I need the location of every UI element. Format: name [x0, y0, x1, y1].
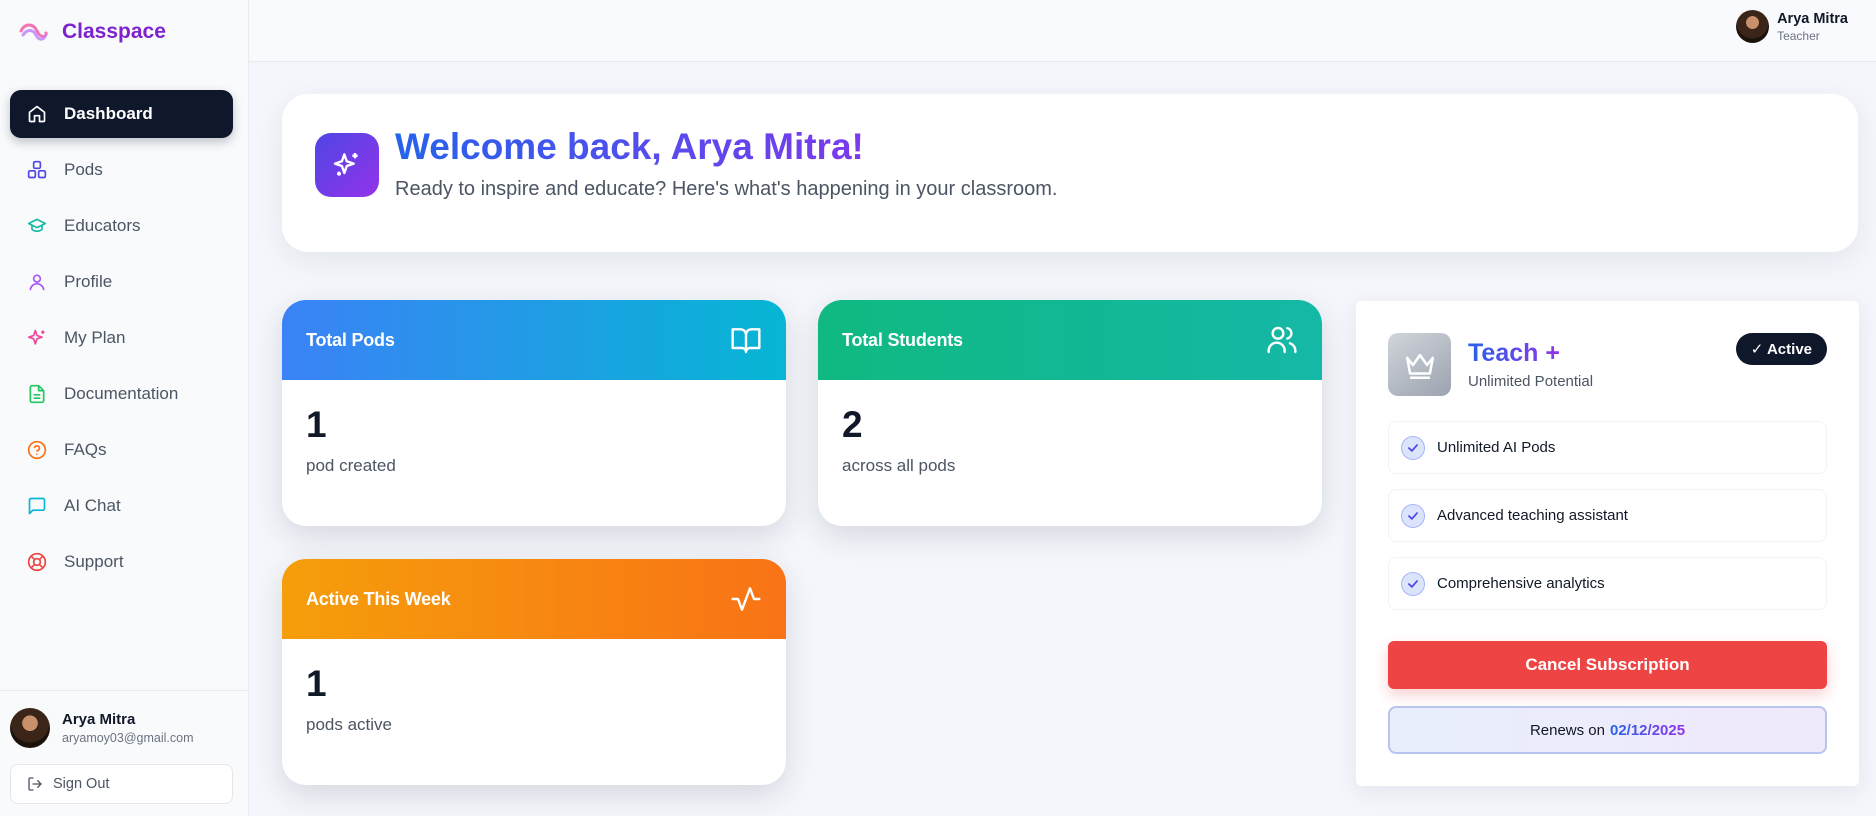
sign-out-label: Sign Out: [53, 776, 110, 792]
plan-name: Teach +: [1468, 339, 1560, 367]
log-out-icon: [28, 777, 42, 791]
plan-feature: Comprehensive analytics: [1388, 557, 1827, 610]
user-menu[interactable]: Arya Mitra Teacher: [1736, 10, 1848, 43]
message-square-icon: [26, 495, 48, 517]
stat-card-active-this-week[interactable]: Active This Week 1 pods active: [282, 559, 786, 785]
sidebar-item-pods[interactable]: Pods: [10, 146, 233, 194]
sign-out-button[interactable]: Sign Out: [10, 764, 233, 804]
welcome-title: Welcome back, Arya Mitra!: [395, 126, 864, 167]
crown-icon: [1388, 333, 1451, 396]
sidebar-item-documentation[interactable]: Documentation: [10, 370, 233, 418]
plan-tagline: Unlimited Potential: [1468, 373, 1594, 390]
sidebar-item-label: Dashboard: [64, 104, 153, 123]
topbar-user-name: Arya Mitra: [1777, 10, 1848, 27]
stat-description: across all pods: [842, 456, 956, 475]
sidebar-item-support[interactable]: Support: [10, 538, 233, 586]
sidebar-item-dashboard[interactable]: Dashboard: [10, 90, 233, 138]
avatar[interactable]: [1736, 10, 1770, 43]
sidebar-item-label: Documentation: [64, 384, 179, 403]
sidebar-nav: Dashboard Pods Educators Profile My Plan: [10, 90, 233, 594]
book-open-icon: [731, 328, 761, 354]
activity-icon: [731, 587, 761, 611]
stat-value: 1: [306, 663, 327, 704]
top-bar: Arya Mitra Teacher: [249, 0, 1876, 62]
sidebar: Classpace Dashboard Pods Educators Profi…: [0, 0, 249, 816]
welcome-card: Welcome back, Arya Mitra! Ready to inspi…: [282, 94, 1858, 252]
check-icon: [1401, 503, 1425, 528]
status-badge: ✓ Active: [1735, 333, 1827, 365]
sidebar-item-label: My Plan: [64, 328, 126, 347]
plan-card: Teach + Unlimited Potential ✓ Active Unl…: [1356, 301, 1859, 786]
renewal-date: 02/12/2025: [1609, 721, 1686, 739]
graduation-cap-icon: [26, 215, 48, 237]
brand-name: Classpace: [62, 20, 166, 43]
brand[interactable]: Classpace: [18, 17, 166, 47]
sidebar-item-label: Pods: [64, 160, 103, 179]
sidebar-user-name: Arya Mitra: [62, 711, 136, 728]
boxes-icon: [26, 159, 48, 181]
stat-title: Total Pods: [306, 329, 395, 350]
stat-description: pod created: [306, 456, 396, 475]
plan-feature: Unlimited AI Pods: [1388, 421, 1827, 474]
sparkles-icon: [26, 327, 48, 349]
help-circle-icon: [26, 439, 48, 461]
stat-value: 1: [306, 404, 327, 445]
renewal-label: Renews on: [1529, 721, 1605, 739]
sparkles-icon: [315, 133, 379, 197]
classpace-logo-icon: [19, 23, 48, 41]
stat-card-total-students[interactable]: Total Students 2 across all pods: [818, 300, 1322, 526]
stat-value: 2: [842, 404, 863, 445]
cancel-subscription-button[interactable]: Cancel Subscription: [1388, 641, 1827, 689]
check-icon: [1401, 435, 1425, 460]
check-icon: [1401, 571, 1425, 596]
sidebar-item-label: FAQs: [64, 440, 107, 459]
stat-description: pods active: [306, 715, 392, 734]
sidebar-item-ai-chat[interactable]: AI Chat: [10, 482, 233, 530]
sidebar-item-label: Educators: [64, 216, 141, 235]
users-icon: [1267, 326, 1297, 354]
user-icon: [26, 271, 48, 293]
plan-feature-label: Comprehensive analytics: [1437, 575, 1605, 592]
sidebar-item-label: AI Chat: [64, 496, 121, 515]
stat-title: Total Students: [842, 329, 963, 350]
file-text-icon: [26, 383, 48, 405]
sidebar-item-label: Support: [64, 552, 124, 571]
stat-title: Active This Week: [306, 588, 451, 609]
stat-card-total-pods[interactable]: Total Pods 1 pod created: [282, 300, 786, 526]
sidebar-user-email: aryamoy03@gmail.com: [62, 731, 194, 745]
topbar-user-role: Teacher: [1777, 28, 1820, 43]
sidebar-item-label: Profile: [64, 272, 113, 291]
avatar[interactable]: [10, 708, 50, 748]
sidebar-item-faqs[interactable]: FAQs: [10, 426, 233, 474]
plan-feature-label: Unlimited AI Pods: [1437, 439, 1556, 456]
welcome-subtitle: Ready to inspire and educate? Here's wha…: [395, 178, 1058, 200]
home-icon: [26, 103, 48, 125]
life-buoy-icon: [26, 551, 48, 573]
sidebar-item-educators[interactable]: Educators: [10, 202, 233, 250]
sidebar-user-card: Arya Mitra aryamoy03@gmail.com: [0, 690, 249, 748]
renewal-info: Renews on 02/12/2025: [1388, 706, 1827, 754]
plan-feature-label: Advanced teaching assistant: [1437, 507, 1628, 524]
plan-feature: Advanced teaching assistant: [1388, 489, 1827, 542]
sidebar-item-profile[interactable]: Profile: [10, 258, 233, 306]
sidebar-item-my-plan[interactable]: My Plan: [10, 314, 233, 362]
